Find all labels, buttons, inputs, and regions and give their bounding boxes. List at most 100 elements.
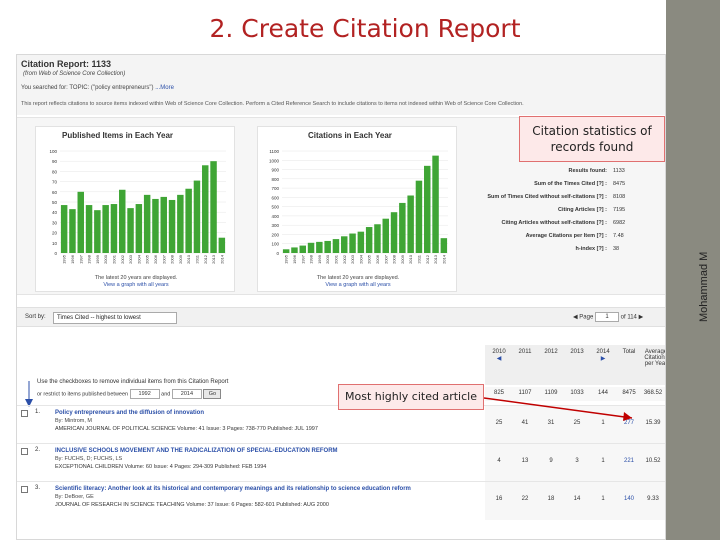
stat-value: 7195: [613, 207, 626, 213]
pager-next-icon[interactable]: ▶: [639, 315, 644, 321]
chart-caption: The latest 20 years are displayed.: [94, 275, 178, 281]
stat-row: Citing Articles [?] : 7195: [463, 204, 663, 217]
x-tick-label: 2009: [400, 254, 405, 264]
y-tick-label: 60: [52, 190, 58, 195]
stat-label: Sum of the Times Cited [?] :: [534, 181, 607, 187]
arrow-down-icon: [25, 381, 33, 407]
stat-label: Citing Articles without self-citations […: [501, 220, 607, 226]
bar: [202, 165, 209, 253]
pager-prev-icon[interactable]: ◀: [573, 315, 578, 321]
x-tick-label: 2014: [219, 254, 224, 264]
year-column-header[interactable]: 2014 ▶: [591, 349, 615, 362]
table-row: 2. INCLUSIVE SCHOOLS MOVEMENT AND THE RAD…: [17, 443, 665, 482]
y-tick-label: 300: [271, 223, 279, 228]
bar: [307, 242, 315, 253]
x-tick-label: 2002: [342, 254, 347, 264]
y-tick-label: 500: [271, 205, 279, 210]
citation-cell: 22: [521, 496, 529, 502]
record-authors: By: DeBoer, GE: [55, 494, 94, 500]
citation-cell: 3: [575, 458, 579, 464]
author-label: Mohammad M: [698, 251, 710, 322]
x-tick-label: 2008: [392, 254, 397, 264]
year-column-header[interactable]: 2010 ◀: [487, 349, 511, 362]
highly-cited-callout: Most highly cited article: [338, 384, 484, 410]
stat-row: Results found: 1133: [463, 165, 663, 178]
bar: [160, 196, 167, 253]
y-tick-label: 20: [52, 231, 58, 236]
record-title[interactable]: Scientific literacy: Another look at its…: [55, 485, 455, 509]
bar: [282, 249, 290, 253]
bar: [102, 205, 109, 253]
citations-chart: Citations in Each Year 0 100 200 300 400 500 6…: [257, 126, 457, 292]
bar: [85, 205, 93, 253]
total-citations-link[interactable]: 140: [617, 496, 641, 502]
record-number: 2.: [35, 447, 41, 453]
sort-bar: Sort by: Times Cited -- highest to lowes…: [17, 307, 665, 327]
chart-all-years-link[interactable]: View a graph with all years: [258, 282, 458, 288]
record-title[interactable]: INCLUSIVE SCHOOLS MOVEMENT AND THE RADIC…: [55, 447, 455, 471]
record-journal: EXCEPTIONAL CHILDREN Volume: 60 Issue: 4…: [55, 464, 267, 470]
range-to-select[interactable]: 2014: [171, 389, 202, 399]
x-tick-label: 1999: [317, 254, 322, 264]
bar: [152, 198, 159, 253]
stat-row: h-index [?] : 38: [463, 243, 663, 256]
bar: [374, 224, 381, 253]
citation-table: 2010 ◀ 2011 2012 2013 2014 ▶ Total Average Citat…: [17, 345, 665, 539]
pager-label: Page: [579, 314, 594, 321]
citation-cell: 9: [549, 458, 553, 464]
pager-of: of 114: [620, 314, 637, 321]
bar: [324, 240, 331, 253]
y-tick-label: 400: [271, 214, 279, 219]
record-checkbox[interactable]: [21, 448, 28, 455]
range-from-select[interactable]: 1992: [129, 389, 160, 399]
stat-label: Results found:: [568, 168, 608, 174]
pager: ◀ Page 1 of 114 ▶: [573, 312, 643, 322]
bar: [135, 204, 143, 253]
record-checkbox[interactable]: [21, 486, 28, 493]
year-range: or restrict to items published between 1…: [37, 389, 222, 399]
year-column-header[interactable]: 2011: [513, 349, 537, 355]
y-tick-label: 80: [52, 169, 58, 174]
x-tick-label: 2014: [441, 254, 446, 264]
record-title[interactable]: Policy entrepreneurs and the diffusion o…: [55, 409, 455, 433]
y-tick-label: 100: [271, 242, 279, 247]
bar: [349, 233, 356, 253]
go-button[interactable]: Go: [203, 389, 222, 399]
x-tick-label: 2004: [136, 254, 141, 264]
slide-sidebar: [666, 0, 720, 540]
search-more-link[interactable]: ...More: [155, 85, 174, 91]
record-checkbox[interactable]: [21, 410, 28, 417]
report-source: (from Web of Science Core Collection): [23, 71, 126, 77]
y-tick-label: 800: [271, 177, 279, 182]
record-number: 3.: [35, 485, 41, 491]
prev-years-icon[interactable]: ◀: [487, 355, 511, 362]
x-tick-label: 1996: [70, 254, 75, 264]
chart-all-years-link[interactable]: View a graph with all years: [36, 282, 236, 288]
stat-label: Citing Articles [?] :: [558, 207, 607, 213]
x-tick-label: 2013: [433, 254, 438, 264]
sort-select[interactable]: Times Cited -- highest to lowest: [53, 312, 177, 324]
search-prefix: You searched for:: [21, 85, 68, 91]
year-column-header[interactable]: 2013: [565, 349, 589, 355]
published-items-chart-svg: 0 10 20 30 40 50 60 70 80 90 100 1995 1996 1997 1998 19…: [49, 149, 226, 264]
year-column-header[interactable]: 2012: [539, 349, 563, 355]
y-tick-label: 900: [271, 168, 279, 173]
stat-value: 6982: [613, 220, 626, 226]
bar: [399, 202, 406, 253]
bar: [357, 231, 365, 253]
remove-items-text: Use the checkboxes to remove individual …: [37, 379, 229, 385]
callout-arrow-icon: [484, 397, 633, 421]
stat-value: 8475: [613, 181, 626, 187]
record-journal: AMERICAN JOURNAL OF POLITICAL SCIENCE Vo…: [55, 426, 318, 432]
x-tick-label: 1998: [87, 254, 92, 264]
bar: [365, 227, 373, 253]
bar: [143, 194, 151, 253]
report-title: Citation Report: 1133: [21, 59, 112, 69]
bar: [193, 180, 201, 253]
page-input[interactable]: 1: [594, 312, 619, 322]
stat-value: 38: [613, 246, 620, 252]
chart-title: Citations in Each Year: [308, 131, 392, 140]
x-tick-label: 2000: [325, 254, 330, 264]
total-citations-link[interactable]: 221: [617, 458, 641, 464]
next-years-icon[interactable]: ▶: [591, 355, 615, 362]
